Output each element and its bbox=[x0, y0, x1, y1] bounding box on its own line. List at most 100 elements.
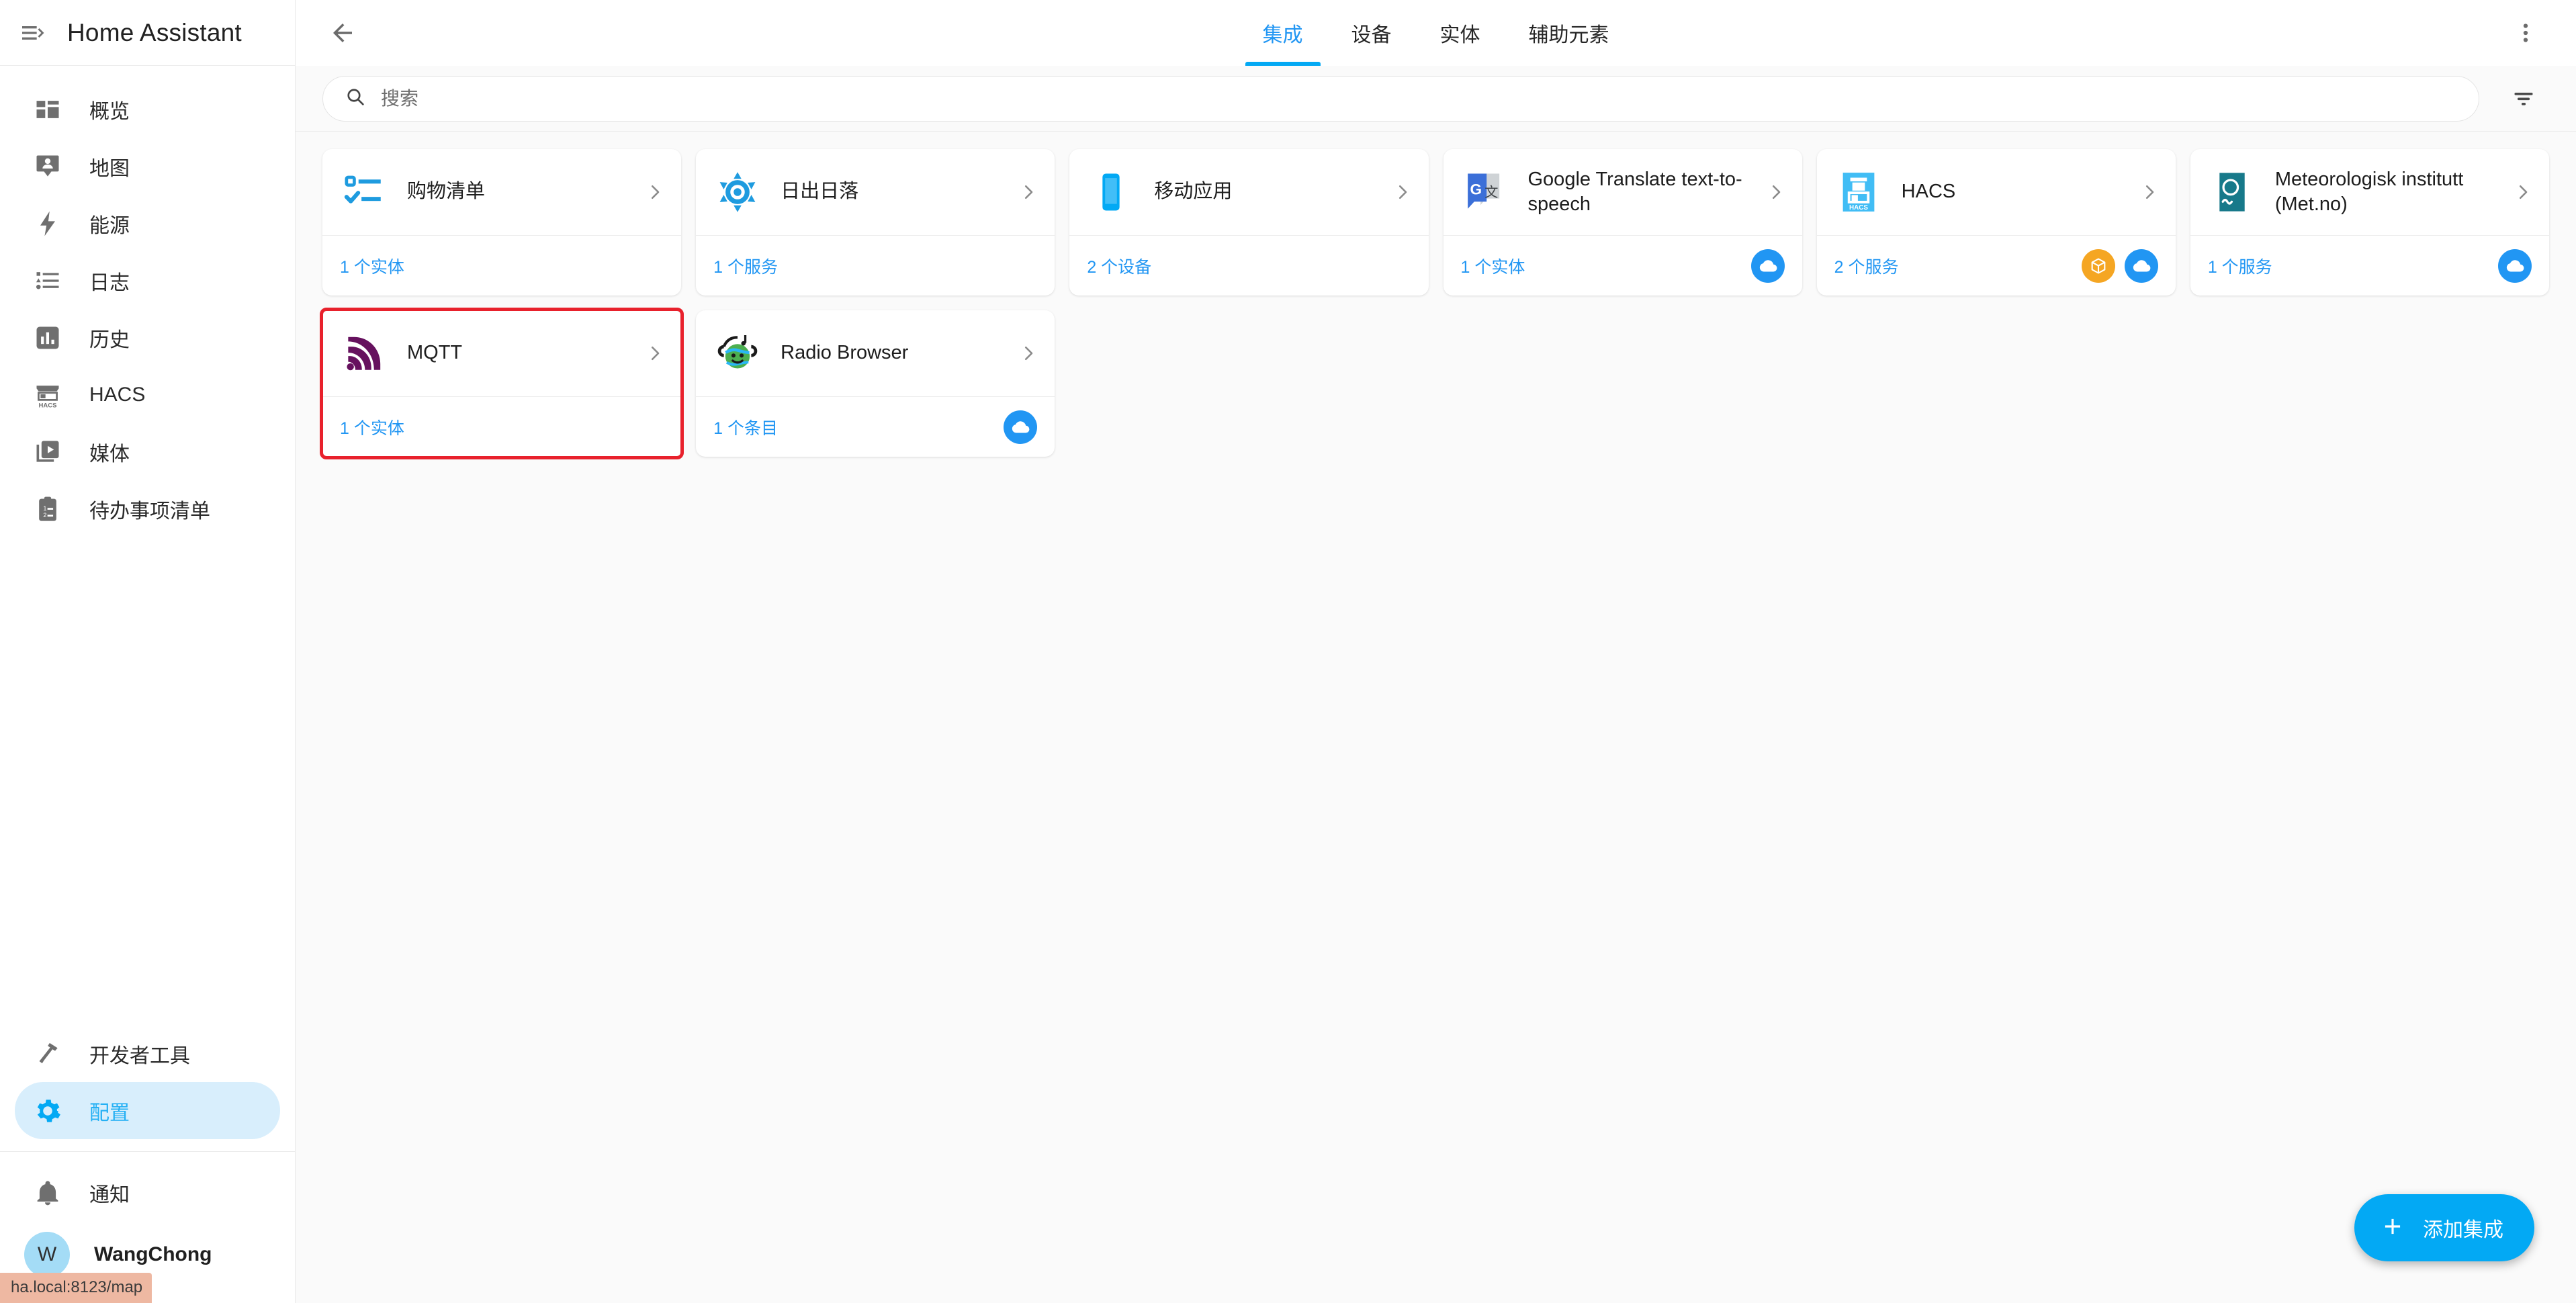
user-name: WangChong bbox=[94, 1243, 212, 1265]
tab-label: 辅助元素 bbox=[1528, 24, 1609, 46]
app-title: Home Assistant bbox=[67, 18, 242, 46]
cloud-badge-icon bbox=[1004, 410, 1038, 444]
svg-text:HACS: HACS bbox=[1849, 204, 1868, 212]
sidebar-item-settings[interactable]: 配置 bbox=[15, 1082, 280, 1139]
entry-count-link[interactable]: 1 个条目 bbox=[713, 415, 778, 439]
svg-text:G: G bbox=[1470, 181, 1482, 197]
svg-text:2: 2 bbox=[43, 512, 46, 519]
top-toolbar: 集成 设备 实体 辅助元素 bbox=[296, 0, 2576, 66]
sidebar-item-map[interactable]: 地图 bbox=[15, 138, 280, 195]
chevron-right-icon bbox=[643, 182, 666, 202]
integration-card[interactable]: G 文 Google Translate text-to-speech 1 个实… bbox=[1443, 149, 1802, 296]
integration-name: MQTT bbox=[407, 342, 463, 364]
tab-label: 实体 bbox=[1439, 24, 1480, 46]
card-header: Meteorologisk institutt (Met.no) bbox=[2190, 149, 2549, 235]
sidebar-item-overview[interactable]: 概览 bbox=[15, 81, 280, 138]
integrations-grid: 购物清单 1 个实体 日出日落 1 个服务 移动应用 2 个设备 G 文 Goo… bbox=[319, 149, 2549, 459]
entity-count-link[interactable]: 1 个实体 bbox=[1461, 254, 1525, 278]
svg-text:文: 文 bbox=[1484, 185, 1498, 200]
sidebar-item-notifications[interactable]: 通知 bbox=[15, 1164, 280, 1221]
card-badges bbox=[1004, 410, 1038, 444]
shopping-list-icon bbox=[340, 168, 388, 216]
main-content: 集成 设备 实体 辅助元素 搜索 购物清单 1 个实体 日出日落 1 个服务 移… bbox=[296, 0, 2576, 1303]
mobile-app-icon bbox=[1087, 168, 1135, 216]
integration-name: Google Translate text-to-speech bbox=[1527, 168, 1742, 215]
filter-variant-icon[interactable] bbox=[2498, 73, 2549, 124]
app-root: Home Assistant 概览 地图 能源 日志 历史 HACS HACS … bbox=[0, 0, 2576, 1303]
cloud-badge-icon bbox=[2124, 249, 2158, 283]
sidebar-item-label: 开发者工具 bbox=[89, 1044, 190, 1067]
sidebar-item-logbook[interactable]: 日志 bbox=[15, 252, 280, 309]
hacs-icon: HACS bbox=[1834, 168, 1883, 216]
card-footer: 2 个服务 bbox=[1816, 235, 2176, 296]
tab-helpers[interactable]: 辅助元素 bbox=[1505, 0, 1634, 66]
card-header: 购物清单 bbox=[322, 149, 681, 235]
svg-text:1: 1 bbox=[43, 504, 46, 511]
package-badge-icon bbox=[2081, 249, 2115, 283]
card-footer: 1 个实体 bbox=[1443, 235, 1802, 296]
tab-label: 设备 bbox=[1351, 24, 1392, 46]
service-count-link[interactable]: 1 个服务 bbox=[713, 254, 778, 278]
integration-card[interactable]: 日出日落 1 个服务 bbox=[696, 149, 1055, 296]
card-badges bbox=[2498, 249, 2532, 283]
integration-name: Meteorologisk institutt (Met.no) bbox=[2274, 168, 2464, 215]
sidebar-item-label: 能源 bbox=[89, 214, 130, 237]
entity-count-link[interactable]: 1 个实体 bbox=[340, 415, 404, 439]
sidebar-item-label: 媒体 bbox=[89, 443, 130, 465]
svg-text:HACS: HACS bbox=[39, 402, 57, 409]
chart-box-icon bbox=[30, 320, 65, 355]
service-count-link[interactable]: 1 个服务 bbox=[2208, 254, 2272, 278]
bell-icon bbox=[30, 1175, 65, 1210]
dots-vertical-icon[interactable] bbox=[2495, 3, 2556, 63]
integration-card[interactable]: HACS HACS 2 个服务 bbox=[1816, 149, 2176, 296]
service-count-link[interactable]: 2 个服务 bbox=[1834, 254, 1899, 278]
card-badges bbox=[2081, 249, 2158, 283]
hammer-icon bbox=[30, 1036, 65, 1071]
sidebar-item-label: 历史 bbox=[89, 328, 130, 351]
tab-devices[interactable]: 设备 bbox=[1327, 0, 1416, 66]
mqtt-icon bbox=[340, 329, 388, 377]
integration-name: 移动应用 bbox=[1154, 181, 1233, 203]
card-footer: 1 个条目 bbox=[696, 396, 1055, 457]
search-icon bbox=[345, 86, 366, 111]
plus-icon bbox=[2380, 1214, 2405, 1243]
device-count-link[interactable]: 2 个设备 bbox=[1087, 254, 1151, 278]
integration-card[interactable]: 购物清单 1 个实体 bbox=[322, 149, 682, 296]
card-header: HACS HACS bbox=[1817, 149, 2176, 235]
map-marker-account-icon bbox=[30, 149, 65, 184]
sidebar-item-media[interactable]: 媒体 bbox=[15, 423, 280, 480]
chevron-right-icon bbox=[643, 343, 666, 363]
integration-name: Radio Browser bbox=[781, 342, 909, 364]
sidebar-item-developer-tools[interactable]: 开发者工具 bbox=[15, 1025, 280, 1082]
integration-card-mqtt[interactable]: MQTT 1 个实体 bbox=[319, 308, 684, 459]
card-footer: 2 个设备 bbox=[1069, 235, 1429, 296]
add-integration-label: 添加集成 bbox=[2423, 1219, 2503, 1241]
chevron-right-icon bbox=[1765, 182, 1787, 202]
sidebar-item-hacs[interactable]: HACS HACS bbox=[15, 366, 280, 423]
sidebar-item-energy[interactable]: 能源 bbox=[15, 195, 280, 252]
integration-name: HACS bbox=[1901, 181, 1956, 203]
integration-card[interactable]: Meteorologisk institutt (Met.no) 1 个服务 bbox=[2190, 149, 2549, 296]
chevron-right-icon bbox=[1017, 182, 1040, 202]
tab-integrations[interactable]: 集成 bbox=[1239, 0, 1327, 66]
search-row bbox=[296, 66, 2576, 132]
sidebar-item-label: 通知 bbox=[89, 1183, 130, 1206]
integration-card[interactable]: 移动应用 2 个设备 bbox=[1069, 149, 1429, 296]
sidebar-nav-list: 概览 地图 能源 日志 历史 HACS HACS 媒体 1 2 待办事项清单 bbox=[0, 66, 295, 537]
sidebar-bottom: 开发者工具 配置 通知 W WangChong bbox=[0, 1025, 295, 1303]
cog-icon bbox=[30, 1093, 65, 1128]
search-input[interactable] bbox=[381, 87, 2457, 109]
card-footer: 1 个实体 bbox=[322, 396, 682, 457]
integration-card[interactable]: Radio Browser 1 个条目 bbox=[696, 310, 1055, 457]
card-header: 移动应用 bbox=[1069, 149, 1428, 235]
sidebar-item-history[interactable]: 历史 bbox=[15, 309, 280, 366]
entity-count-link[interactable]: 1 个实体 bbox=[340, 254, 404, 278]
hamburger-collapse-icon[interactable] bbox=[12, 13, 52, 53]
sidebar-item-todo[interactable]: 1 2 待办事项清单 bbox=[15, 480, 280, 537]
add-integration-button[interactable]: 添加集成 bbox=[2354, 1194, 2534, 1261]
sidebar: Home Assistant 概览 地图 能源 日志 历史 HACS HACS … bbox=[0, 0, 296, 1303]
tab-entities[interactable]: 实体 bbox=[1416, 0, 1505, 66]
search-box[interactable] bbox=[322, 75, 2479, 122]
arrow-left-icon[interactable] bbox=[310, 1, 375, 65]
